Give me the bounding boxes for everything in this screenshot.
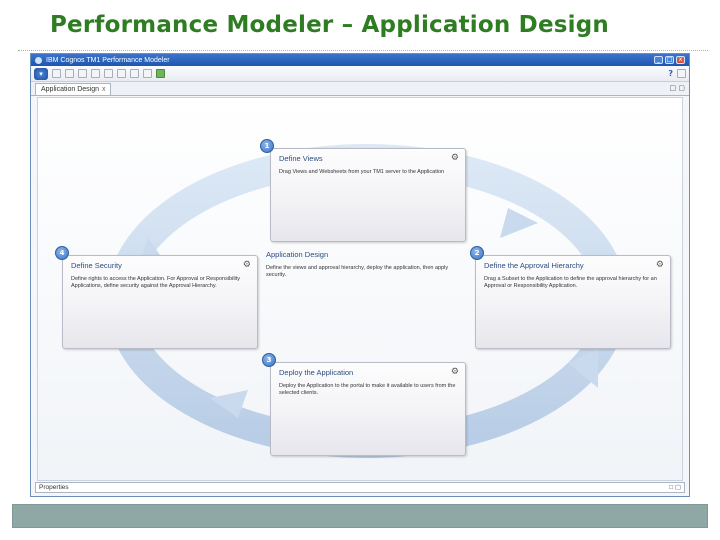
gear-icon[interactable]: ⚙ (656, 260, 664, 270)
window-titlebar: IBM Cognos TM1 Performance Modeler _ □ x (31, 54, 689, 66)
step-title: Deploy the Application (279, 368, 354, 377)
step-card-deploy-application[interactable]: Deploy the Application ⚙ Deploy the Appl… (270, 362, 466, 456)
gear-icon[interactable]: ⚙ (451, 367, 459, 377)
app-icon (35, 56, 42, 64)
settings-icon[interactable] (130, 69, 139, 78)
properties-panel[interactable]: Properties □ ▢ (35, 482, 685, 493)
perspective-icon[interactable] (677, 69, 686, 78)
center-description: Define the views and approval hierarchy,… (266, 265, 449, 278)
step-description: Drag a Subset to the Application to defi… (484, 276, 657, 289)
slide-footer-bar (12, 504, 708, 528)
properties-view-controls[interactable]: □ ▢ (669, 483, 681, 492)
refresh-icon[interactable] (143, 69, 152, 78)
gear-icon[interactable]: ⚙ (243, 260, 251, 270)
window-title: IBM Cognos TM1 Performance Modeler (46, 56, 170, 64)
toolbar: ▾ ? (31, 66, 689, 82)
save-all-icon[interactable] (78, 69, 87, 78)
help-button[interactable]: ? (668, 69, 673, 78)
step-description: Drag Views and Websheets from your TM1 s… (279, 169, 445, 175)
step-badge-2: 2 (470, 246, 484, 260)
step-title: Define Views (279, 154, 323, 163)
minimize-button[interactable]: _ (654, 56, 663, 64)
close-button[interactable]: x (676, 56, 685, 64)
tab-view-controls[interactable]: □ ▢ (670, 84, 685, 92)
slide-title: Performance Modeler – Application Design (50, 12, 609, 38)
deploy-icon[interactable] (156, 69, 165, 78)
step-badge-4: 4 (55, 246, 69, 260)
tab-strip: Application Design x □ ▢ (31, 82, 689, 96)
step-badge-1: 1 (260, 139, 274, 153)
copy-icon[interactable] (104, 69, 113, 78)
step-title: Define Security (71, 261, 122, 270)
step-card-define-approval-hierarchy[interactable]: Define the Approval Hierarchy ⚙ Drag a S… (475, 255, 671, 349)
step-card-define-security[interactable]: Define Security ⚙ Define rights to acces… (62, 255, 258, 349)
cut-icon[interactable] (91, 69, 100, 78)
title-divider (18, 50, 708, 51)
main-menu-button[interactable]: ▾ (34, 67, 48, 80)
new-icon[interactable] (52, 69, 61, 78)
tab-application-design[interactable]: Application Design x (35, 83, 112, 95)
step-description: Define rights to access the Application.… (71, 276, 241, 289)
step-badge-3: 3 (262, 353, 276, 367)
application-design-editor: Define Views ⚙ Drag Views and Websheets … (37, 97, 683, 481)
step-description: Deploy the Application to the portal to … (279, 383, 456, 396)
step-title: Define the Approval Hierarchy (484, 261, 584, 270)
properties-label: Properties (39, 484, 69, 491)
save-icon[interactable] (65, 69, 74, 78)
window-controls: _ □ x (654, 56, 685, 64)
app-window: IBM Cognos TM1 Performance Modeler _ □ x… (30, 53, 690, 497)
maximize-button[interactable]: □ (665, 56, 674, 64)
gear-icon[interactable]: ⚙ (451, 153, 459, 163)
tab-close-icon[interactable]: x (102, 86, 106, 93)
center-title: Application Design (266, 250, 329, 259)
center-summary: Application Design Define the views and … (266, 250, 462, 279)
step-card-define-views[interactable]: Define Views ⚙ Drag Views and Websheets … (270, 148, 466, 242)
check-icon[interactable] (117, 69, 126, 78)
tab-label: Application Design (41, 86, 99, 93)
